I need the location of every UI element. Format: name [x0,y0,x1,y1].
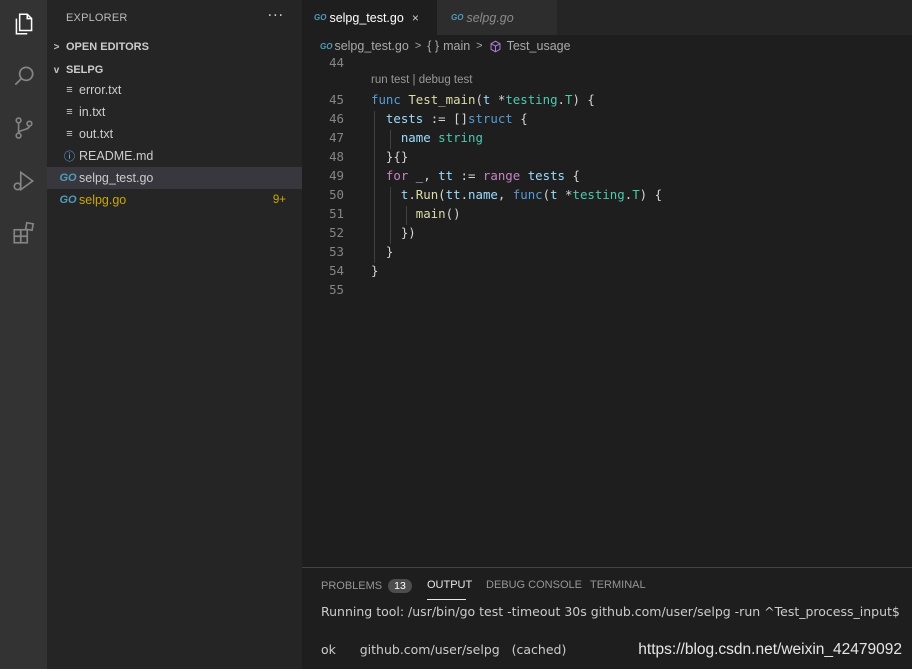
line-number: 55 [329,282,344,297]
explorer-icon[interactable] [0,0,47,48]
open-editors-section[interactable]: > OPEN EDITORS [47,36,302,58]
folder-label: SELPG [66,64,104,76]
code-line: } [371,244,394,259]
text-file-icon: ≡ [66,106,73,118]
close-icon[interactable]: × [412,11,419,25]
file-name: selpg_test.go [79,171,154,185]
run-debug-icon[interactable] [0,157,47,205]
go-file-icon: GO [451,13,464,22]
source-control-icon[interactable] [0,104,47,152]
file-name: out.txt [79,127,114,141]
tab-output[interactable]: OUTPUT [427,579,472,591]
breadcrumb: GO selpg_test.go > { } main > Test_usage [302,35,912,57]
line-number: 54 [329,263,344,278]
explorer-sidebar: EXPLORER ··· > OPEN EDITORS v SELPG ≡ er… [47,0,302,669]
go-file-icon: GO [314,13,327,22]
breadcrumb-func[interactable]: main [443,39,470,53]
code-line: } [371,263,379,278]
watermark: https://blog.csdn.net/weixin_42479092 [638,641,902,658]
code-line: t.Run(tt.name, func(t *testing.T) { [400,187,663,202]
file-name: error.txt [79,83,122,97]
line-number: 52 [329,225,344,240]
chevron-right-icon: > [414,40,422,52]
active-tab-indicator [427,599,466,600]
file-item-selpg-go[interactable]: GO selpg.go 9+ [47,189,302,211]
explorer-title: EXPLORER [66,12,128,24]
more-actions-icon[interactable]: ··· [268,8,284,24]
breadcrumb-file[interactable]: selpg_test.go [334,39,408,53]
line-number: 48 [329,149,344,164]
line-number: 53 [329,244,344,259]
codelens: run test | debug test [371,74,472,86]
file-name: in.txt [79,105,106,119]
line-number: 46 [329,111,344,126]
output-line: Running tool: /usr/bin/go test -timeout … [321,604,900,619]
tab-label: selpg_test.go [329,10,404,25]
folder-section[interactable]: v SELPG [47,59,302,81]
go-file-icon: GO [320,41,333,51]
text-file-icon: ≡ [66,84,73,96]
file-item-in-txt[interactable]: ≡ in.txt [47,101,302,123]
go-file-icon: GO [59,172,77,184]
info-icon: ⓘ [64,151,75,163]
problems-badge: 9+ [272,194,286,206]
code-line: }) [371,225,416,240]
code-line: main() [415,206,461,221]
line-number: 47 [329,130,344,145]
codelens-text[interactable]: run test | debug test [371,74,472,86]
file-item-selpg-test-go[interactable]: GO selpg_test.go [47,167,302,189]
line-number: 44 [329,55,344,70]
output-line: ok github.com/user/selpg (cached) [321,642,567,657]
editor-tabs: GO selpg_test.go × GO selpg.go [302,0,912,35]
text-file-icon: ≡ [66,128,73,140]
code-editor[interactable]: 44 run test | debug test 45 46 47 48 49 … [302,55,912,567]
search-icon[interactable] [0,52,47,100]
namespace-icon: { } [427,39,440,53]
tab-debug-console[interactable]: DEBUG CONSOLE [486,579,582,591]
tab-problems[interactable]: PROBLEMS 13 [321,579,412,593]
file-item-out-txt[interactable]: ≡ out.txt [47,123,302,145]
problems-count-badge: 13 [388,579,412,593]
chevron-down-icon: v [53,64,60,76]
code-line: for _, tt := range tests { [385,168,580,183]
bottom-panel: PROBLEMS 13 OUTPUT DEBUG CONSOLE TERMINAL… [302,567,912,669]
file-item-error-txt[interactable]: ≡ error.txt [47,79,302,101]
code-line: name string [400,130,483,145]
line-number: 45 [329,92,344,107]
code-line: tests := []struct { [385,111,528,126]
file-item-readme[interactable]: ⓘ README.md [47,145,302,167]
code-line: func Test_main(t *testing.T) { [371,92,595,107]
line-number: 51 [329,206,344,221]
tab-label: PROBLEMS [321,580,383,592]
extensions-icon[interactable] [0,209,47,257]
file-name: selpg.go [79,193,127,207]
line-number: 49 [329,168,344,183]
code-line: }{} [371,149,409,164]
tab-selpg-go[interactable]: GO selpg.go [437,0,557,35]
tab-label: selpg.go [466,10,514,25]
go-file-icon: GO [59,194,77,206]
symbol-cube-icon [490,40,501,52]
tab-selpg-test-go[interactable]: GO selpg_test.go × [302,0,437,35]
activity-bar [0,0,47,669]
line-number: 50 [329,187,344,202]
chevron-right-icon: > [53,41,60,53]
tab-terminal[interactable]: TERMINAL [590,579,646,591]
open-editors-label: OPEN EDITORS [66,41,149,53]
chevron-right-icon: > [476,40,483,52]
breadcrumb-symbol[interactable]: Test_usage [507,39,571,53]
file-name: README.md [79,149,154,163]
